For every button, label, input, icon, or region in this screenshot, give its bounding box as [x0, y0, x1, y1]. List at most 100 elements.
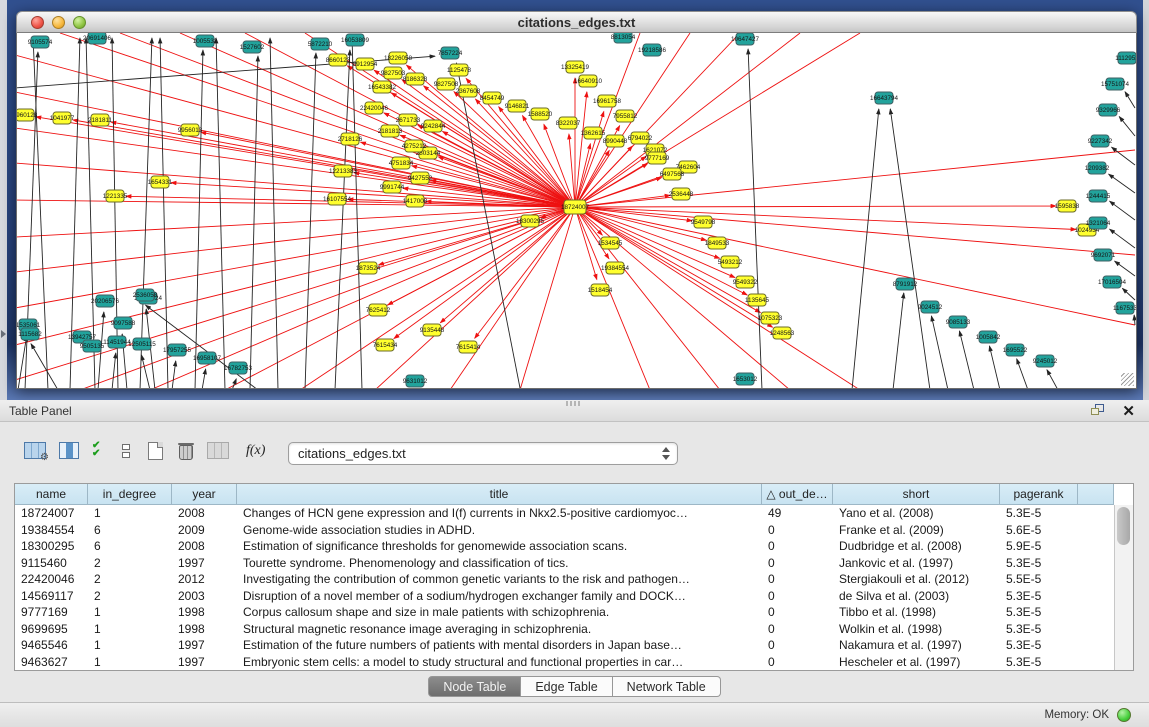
float-panel-icon[interactable]	[1091, 404, 1105, 417]
table-cell[interactable]: 2	[88, 555, 172, 572]
table-cell[interactable]: Nakamura et al. (1997)	[833, 637, 1000, 654]
function-builder-icon[interactable]: f(x)	[246, 443, 265, 459]
table-row[interactable]: 1938455462009Genome-wide association stu…	[15, 522, 1114, 539]
new-table-icon[interactable]	[148, 442, 163, 460]
column-header[interactable]: name	[15, 484, 88, 505]
table-cell[interactable]: Structural magnetic resonance image aver…	[237, 621, 762, 638]
table-cell[interactable]: Hescheler et al. (1997)	[833, 654, 1000, 671]
table-cell[interactable]: 18300295	[15, 538, 88, 555]
table-cell[interactable]: 5.9E-5	[1000, 538, 1078, 555]
table-cell[interactable]: Investigating the contribution of common…	[237, 571, 762, 588]
table-cell[interactable]: 9777169	[15, 604, 88, 621]
table-cell[interactable]: 5.3E-5	[1000, 555, 1078, 572]
tab-edge-table[interactable]: Edge Table	[521, 676, 612, 697]
table-cell[interactable]: 2008	[172, 538, 237, 555]
table-cell[interactable]: 5.6E-5	[1000, 522, 1078, 539]
table-cell[interactable]: 0	[762, 637, 833, 654]
table-cell[interactable]: 0	[762, 621, 833, 638]
close-panel-icon[interactable]: ✕	[1122, 402, 1135, 420]
table-cell[interactable]: Changes of HCN gene expression and I(f) …	[237, 505, 762, 522]
column-header[interactable]	[1078, 484, 1114, 505]
table-cell[interactable]: 5.3E-5	[1000, 637, 1078, 654]
table-cell[interactable]: 2003	[172, 588, 237, 605]
table-cell[interactable]: 5.3E-5	[1000, 654, 1078, 671]
table-cell[interactable]: 9465546	[15, 637, 88, 654]
show-columns-icon[interactable]	[59, 442, 79, 459]
column-header[interactable]: title	[237, 484, 762, 505]
table-cell[interactable]: 1	[88, 654, 172, 671]
table-cell[interactable]: Yano et al. (2008)	[833, 505, 1000, 522]
table-cell[interactable]: 9699695	[15, 621, 88, 638]
column-header[interactable]: in_degree	[88, 484, 172, 505]
table-cell[interactable]: Disruption of a novel member of a sodium…	[237, 588, 762, 605]
table-cell[interactable]: 0	[762, 555, 833, 572]
table-cell[interactable]: 1	[88, 637, 172, 654]
table-cell[interactable]: 9463627	[15, 654, 88, 671]
table-cell[interactable]: 1997	[172, 555, 237, 572]
table-cell[interactable]: 5.3E-5	[1000, 588, 1078, 605]
column-header[interactable]: △ out_de…	[762, 484, 833, 505]
table-cell[interactable]: 2	[88, 571, 172, 588]
table-cell[interactable]: 0	[762, 604, 833, 621]
table-row[interactable]: 946554611997Estimation of the future num…	[15, 637, 1114, 654]
column-header[interactable]: pagerank	[1000, 484, 1078, 505]
column-header[interactable]: year	[172, 484, 237, 505]
tab-node-table[interactable]: Node Table	[428, 676, 521, 697]
window-resize-grip[interactable]	[1121, 373, 1134, 386]
table-cell[interactable]: 0	[762, 588, 833, 605]
table-mode-icon[interactable]: ⚙	[24, 442, 46, 459]
splitter-handle[interactable]	[566, 401, 580, 406]
table-cell[interactable]: 2009	[172, 522, 237, 539]
row-height-icon[interactable]	[122, 444, 130, 460]
table-row[interactable]: 911546021997Tourette syndrome. Phenomeno…	[15, 555, 1114, 572]
table-cell[interactable]: 22420046	[15, 571, 88, 588]
table-cell[interactable]: 1998	[172, 621, 237, 638]
table-cell[interactable]: Franke et al. (2009)	[833, 522, 1000, 539]
table-cell[interactable]: Corpus callosum shape and size in male p…	[237, 604, 762, 621]
table-cell[interactable]: 9115460	[15, 555, 88, 572]
table-selector-dropdown[interactable]: citations_edges.txt	[288, 442, 678, 465]
table-cell[interactable]: 18724007	[15, 505, 88, 522]
table-cell[interactable]: 1	[88, 621, 172, 638]
table-cell[interactable]: 6	[88, 538, 172, 555]
table-cell[interactable]: 1998	[172, 604, 237, 621]
table-cell[interactable]: Dudbridge et al. (2008)	[833, 538, 1000, 555]
table-cell[interactable]: Wolkin et al. (1998)	[833, 621, 1000, 638]
select-all-icon[interactable]: ✔✔	[92, 442, 100, 458]
table-cell[interactable]: Tibbo et al. (1998)	[833, 604, 1000, 621]
vertical-scrollbar[interactable]	[1114, 505, 1133, 670]
table-row[interactable]: 977716911998Corpus callosum shape and si…	[15, 604, 1114, 621]
network-canvas[interactable]: 8660123891295418226058982750381863289827…	[16, 33, 1137, 389]
table-cell[interactable]: 2	[88, 588, 172, 605]
table-row[interactable]: 946362711997Embryonic stem cells: a mode…	[15, 654, 1114, 671]
table-cell[interactable]: 6	[88, 522, 172, 539]
table-cell[interactable]: Jankovic et al. (1997)	[833, 555, 1000, 572]
tab-network-table[interactable]: Network Table	[613, 676, 721, 697]
table-row[interactable]: 1456911722003Disruption of a novel membe…	[15, 588, 1114, 605]
table-cell[interactable]: 0	[762, 522, 833, 539]
table-cell[interactable]: Estimation of the future numbers of pati…	[237, 637, 762, 654]
table-row[interactable]: 1830029562008Estimation of significance …	[15, 538, 1114, 555]
table-cell[interactable]: de Silva et al. (2003)	[833, 588, 1000, 605]
table-cell[interactable]: 2008	[172, 505, 237, 522]
table-cell[interactable]: 49	[762, 505, 833, 522]
table-cell[interactable]: 14569117	[15, 588, 88, 605]
table-cell[interactable]: Stergiakouli et al. (2012)	[833, 571, 1000, 588]
table-cell[interactable]: Genome-wide association studies in ADHD.	[237, 522, 762, 539]
table-row[interactable]: 1872400712008Changes of HCN gene express…	[15, 505, 1114, 522]
table-cell[interactable]: 0	[762, 654, 833, 671]
table-row[interactable]: 969969511998Structural magnetic resonanc…	[15, 621, 1114, 638]
table-row[interactable]: 2242004622012Investigating the contribut…	[15, 571, 1114, 588]
table-cell[interactable]: Embryonic stem cells: a model to study s…	[237, 654, 762, 671]
table-cell[interactable]: Tourette syndrome. Phenomenology and cla…	[237, 555, 762, 572]
table-cell[interactable]: 0	[762, 538, 833, 555]
table-cell[interactable]: 5.3E-5	[1000, 621, 1078, 638]
table-cell[interactable]: 5.3E-5	[1000, 604, 1078, 621]
table-cell[interactable]: 2012	[172, 571, 237, 588]
panel-collapse-arrow-icon[interactable]	[1, 330, 6, 338]
table-cell[interactable]: 0	[762, 571, 833, 588]
table-cell[interactable]: 5.5E-5	[1000, 571, 1078, 588]
table-cell[interactable]: Estimation of significance thresholds fo…	[237, 538, 762, 555]
table-cell[interactable]: 1997	[172, 637, 237, 654]
network-window-titlebar[interactable]: citations_edges.txt	[16, 11, 1137, 33]
